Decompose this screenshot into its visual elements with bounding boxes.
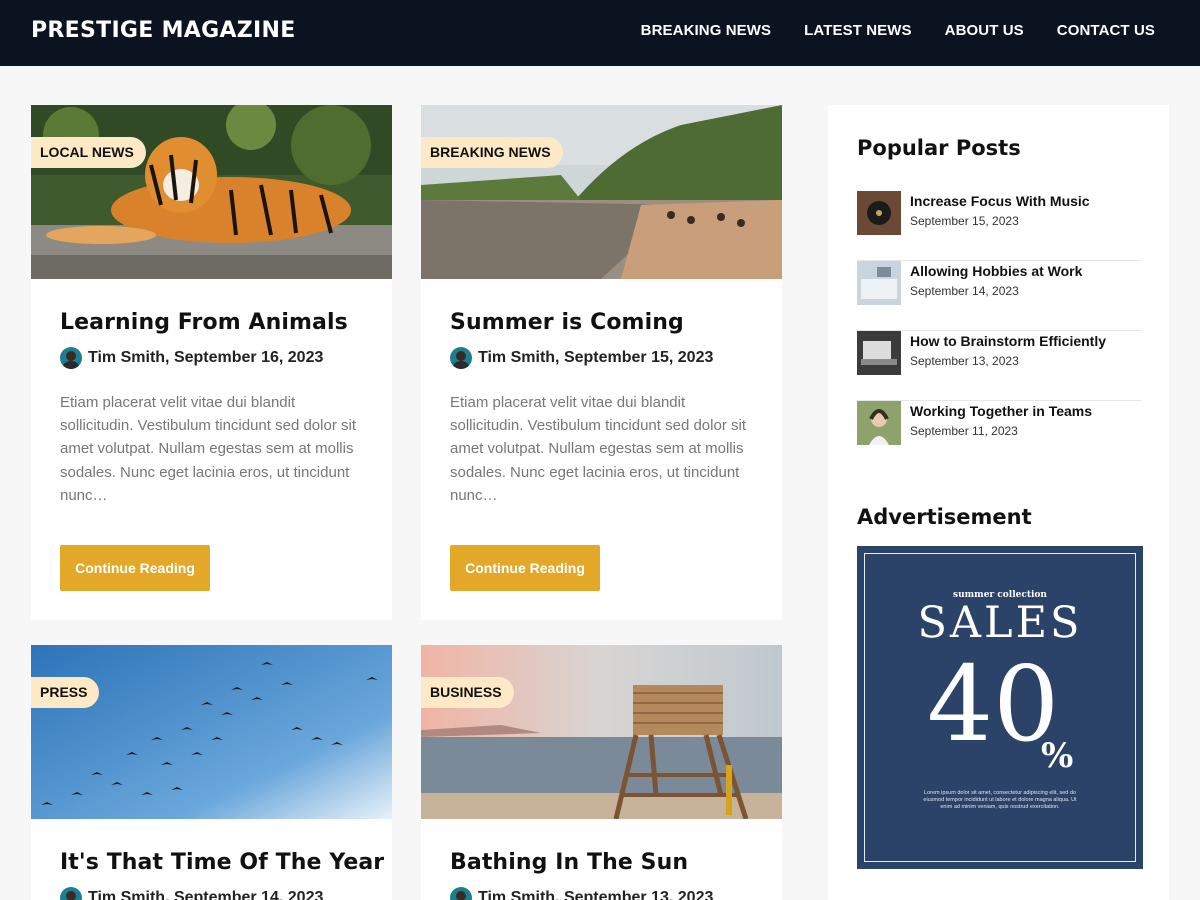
post-meta: Tim Smith, September 16, 2023: [60, 347, 323, 369]
continue-reading-button[interactable]: Continue Reading: [60, 545, 210, 591]
author-date: Tim Smith, September 16, 2023: [88, 349, 324, 366]
popular-post-date: September 14, 2023: [910, 284, 1019, 298]
popular-post-item[interactable]: Allowing Hobbies at Work September 14, 2…: [857, 261, 1141, 331]
post-meta: Tim Smith, September 15, 2023: [450, 347, 713, 369]
popular-post-title[interactable]: How to Brainstorm Efficiently: [910, 333, 1106, 349]
popular-post-date: September 15, 2023: [910, 214, 1019, 228]
post-title[interactable]: Summer is Coming: [450, 310, 684, 335]
post-image-river-beach[interactable]: [421, 105, 782, 279]
post-card: BREAKING NEWS Summer is Coming Tim Smith…: [421, 105, 782, 620]
author-avatar: [450, 347, 472, 369]
nav-contact-us[interactable]: CONTACT US: [1057, 22, 1155, 39]
post-image-birds-sky[interactable]: [31, 645, 392, 819]
desk-thumb[interactable]: [857, 261, 901, 305]
site-header: PRESTIGE MAGAZINE BREAKING NEWS LATEST N…: [0, 0, 1200, 66]
post-excerpt: Etiam placerat velit vitae dui blandit s…: [450, 394, 746, 504]
main-nav: BREAKING NEWS LATEST NEWS ABOUT US CONTA…: [641, 22, 1155, 39]
popular-posts-list: Increase Focus With Music September 15, …: [857, 191, 1141, 471]
continue-reading-button[interactable]: Continue Reading: [450, 545, 600, 591]
post-card: PRESS It's That Time Of The Year Tim Smi…: [31, 645, 392, 900]
post-title[interactable]: Learning From Animals: [60, 310, 348, 335]
advertisement-banner[interactable]: summer collection SALES 40 % Lorem ipsum…: [857, 546, 1143, 869]
post-title[interactable]: Bathing In The Sun: [450, 850, 688, 875]
popular-posts-title: Popular Posts: [857, 136, 1021, 160]
popular-post-item[interactable]: How to Brainstorm Efficiently September …: [857, 331, 1141, 401]
popular-post-title[interactable]: Allowing Hobbies at Work: [910, 263, 1082, 279]
nav-latest-news[interactable]: LATEST NEWS: [804, 22, 911, 39]
author-avatar: [60, 347, 82, 369]
author-date: Tim Smith, September 14, 2023: [88, 889, 324, 900]
popular-post-title[interactable]: Working Together in Teams: [910, 403, 1092, 419]
ad-number: 40: [927, 643, 1060, 765]
author-date: Tim Smith, September 15, 2023: [478, 349, 714, 366]
post-card: BUSINESS Bathing In The Sun Tim Smith, S…: [421, 645, 782, 900]
popular-post-date: September 11, 2023: [910, 424, 1018, 438]
ad-fine-print: Lorem ipsum dolor sit amet, consectetur …: [923, 790, 1077, 810]
advertisement-title: Advertisement: [857, 505, 1032, 529]
author-avatar: [450, 887, 472, 900]
popular-post-item[interactable]: Working Together in Teams September 11, …: [857, 401, 1141, 471]
category-pill[interactable]: LOCAL NEWS: [31, 137, 146, 168]
post-image-tiger[interactable]: [31, 105, 392, 279]
ad-headline: SALES: [917, 598, 1083, 648]
nav-about-us[interactable]: ABOUT US: [945, 22, 1024, 39]
post-meta: Tim Smith, September 13, 2023: [450, 887, 713, 900]
post-title[interactable]: It's That Time Of The Year: [60, 850, 384, 875]
author-date: Tim Smith, September 13, 2023: [478, 889, 714, 900]
site-logo[interactable]: PRESTIGE MAGAZINE: [31, 18, 296, 43]
woman-thumb[interactable]: [857, 401, 901, 445]
laptop-thumb[interactable]: [857, 331, 901, 375]
post-card: LOCAL NEWS Learning From Animals Tim Smi…: [31, 105, 392, 620]
sidebar: Popular Posts Increase Focus With Music …: [828, 105, 1169, 900]
post-excerpt: Etiam placerat velit vitae dui blandit s…: [60, 394, 356, 504]
post-meta: Tim Smith, September 14, 2023: [60, 887, 323, 900]
ad-percent: %: [1041, 736, 1074, 776]
category-pill[interactable]: BUSINESS: [421, 677, 514, 708]
popular-post-title[interactable]: Increase Focus With Music: [910, 193, 1090, 209]
record-player-thumb[interactable]: [857, 191, 901, 235]
category-pill[interactable]: PRESS: [31, 677, 100, 708]
post-image-lifeguard-tower[interactable]: [421, 645, 782, 819]
popular-post-date: September 13, 2023: [910, 354, 1019, 368]
author-avatar: [60, 887, 82, 900]
popular-post-item[interactable]: Increase Focus With Music September 15, …: [857, 191, 1141, 261]
nav-breaking-news[interactable]: BREAKING NEWS: [641, 22, 771, 39]
category-pill[interactable]: BREAKING NEWS: [421, 137, 563, 168]
